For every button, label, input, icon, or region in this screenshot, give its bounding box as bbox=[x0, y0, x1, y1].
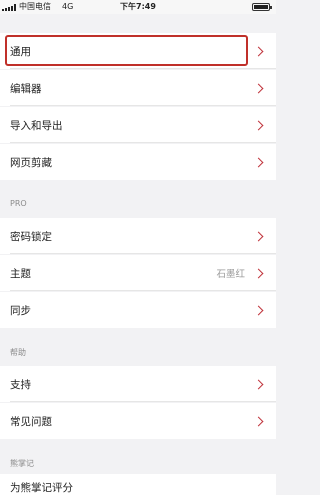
status-bar: 中国电信 4G 下午7:49 bbox=[0, 0, 276, 14]
chevron-right-icon bbox=[253, 157, 264, 167]
settings-row-label: 主题 bbox=[10, 267, 31, 280]
chevron-right-icon bbox=[253, 305, 264, 315]
status-time: 下午7:49 bbox=[120, 2, 156, 11]
chevron-right-icon bbox=[253, 83, 264, 93]
settings-row-label: 同步 bbox=[10, 304, 31, 317]
theme-value: 石墨红 bbox=[216, 269, 245, 280]
top-spacer bbox=[0, 14, 276, 32]
section-header-pro: PRO bbox=[10, 199, 27, 208]
chevron-right-icon bbox=[253, 416, 264, 426]
section-header-help: 帮助 bbox=[10, 348, 26, 357]
battery-icon bbox=[252, 3, 272, 11]
settings-row-passcode-lock[interactable]: 密码锁定 bbox=[0, 218, 276, 254]
section-header-bear: 熊掌记 bbox=[10, 459, 34, 468]
chevron-right-icon bbox=[253, 231, 264, 241]
chevron-right-icon bbox=[253, 268, 264, 278]
settings-row-import-export[interactable]: 导入和导出 bbox=[0, 107, 276, 143]
settings-row-label: 为熊掌记评分 bbox=[10, 482, 73, 494]
chevron-right-icon bbox=[253, 46, 264, 56]
settings-row-support[interactable]: 支持 bbox=[0, 366, 276, 402]
settings-row-label: 支持 bbox=[10, 378, 31, 391]
settings-row-label: 常见问题 bbox=[10, 415, 52, 428]
settings-row-sync[interactable]: 同步 bbox=[0, 292, 276, 328]
settings-row-web-clipper[interactable]: 网页剪藏 bbox=[0, 144, 276, 180]
chevron-right-icon bbox=[253, 379, 264, 389]
settings-row-theme[interactable]: 主题 石墨红 bbox=[0, 255, 276, 291]
settings-row-editor[interactable]: 编辑器 bbox=[0, 70, 276, 106]
status-right bbox=[252, 3, 272, 11]
settings-row-label: 密码锁定 bbox=[10, 230, 52, 243]
settings-row-rate-bear[interactable]: 为熊掌记评分 bbox=[0, 474, 276, 495]
highlight-box bbox=[5, 35, 248, 66]
chevron-right-icon bbox=[253, 120, 264, 130]
settings-row-faq[interactable]: 常见问题 bbox=[0, 403, 276, 439]
settings-row-label: 编辑器 bbox=[10, 82, 42, 95]
settings-row-label: 网页剪藏 bbox=[10, 156, 52, 169]
settings-row-label: 导入和导出 bbox=[10, 119, 63, 132]
